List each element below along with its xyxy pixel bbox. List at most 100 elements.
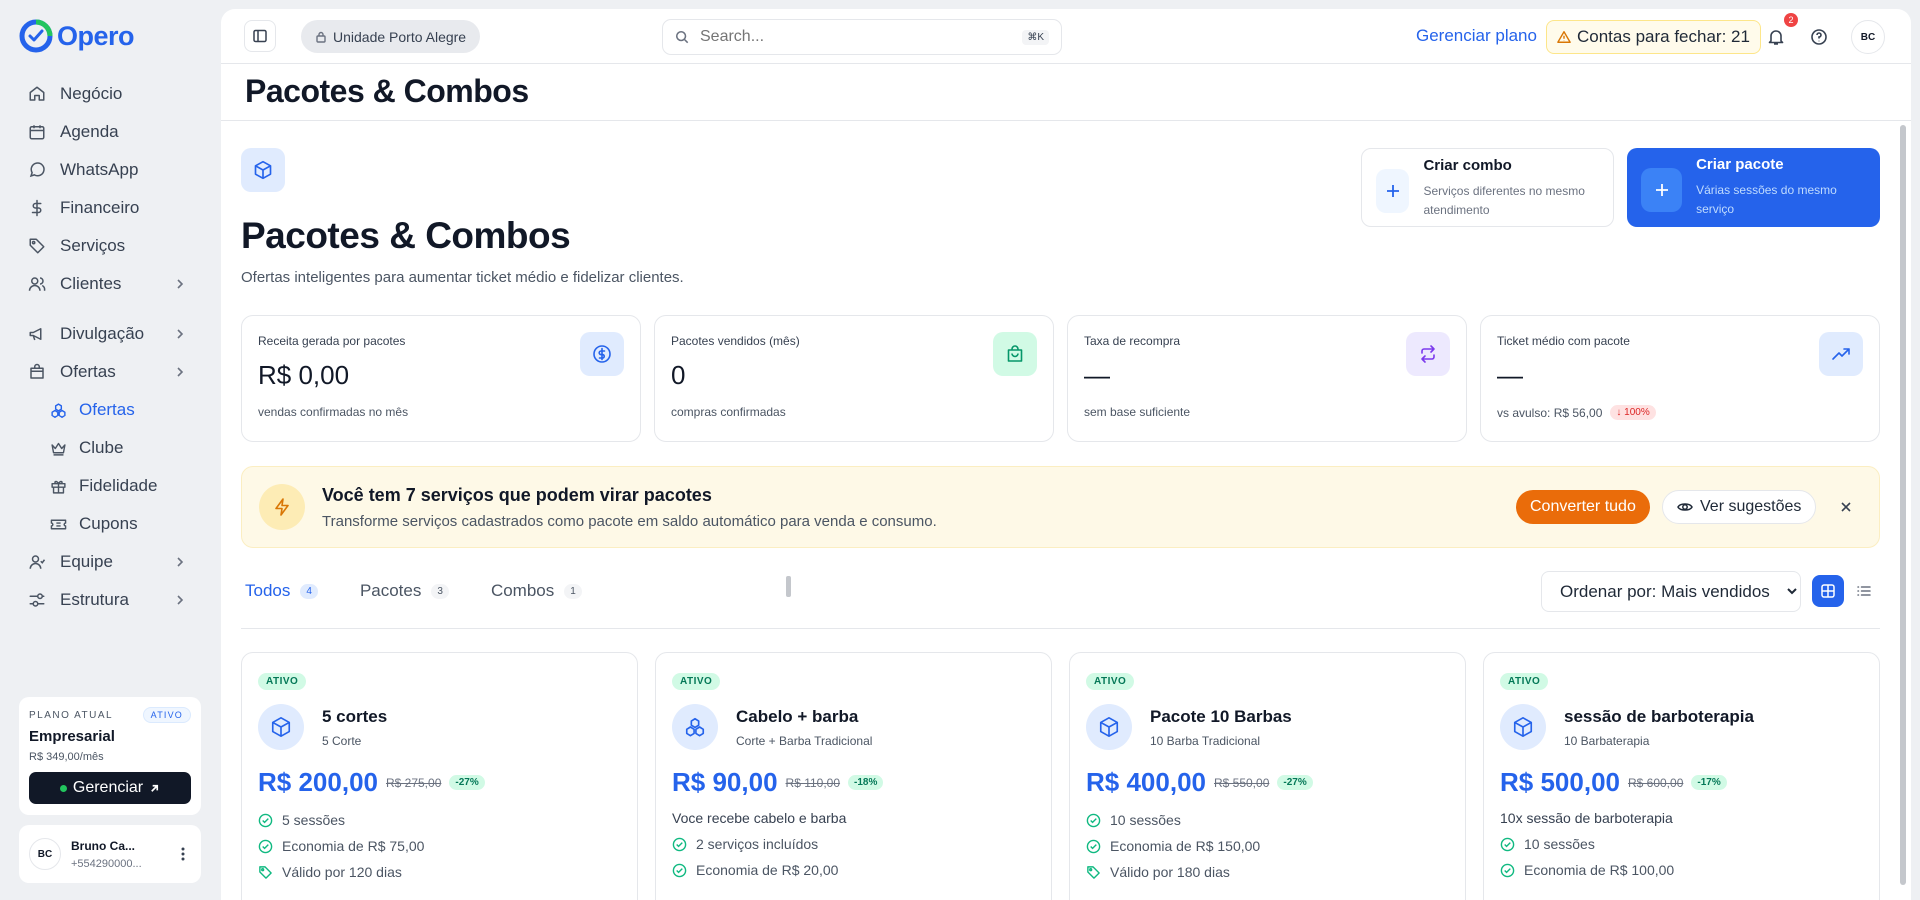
- notification-count-badge: 2: [1784, 13, 1798, 27]
- create-package-button[interactable]: Criar pacote Várias sessões do mesmo ser…: [1627, 148, 1880, 227]
- search-input[interactable]: [700, 28, 1020, 46]
- feature-item: Válido por 180 dias: [1086, 864, 1449, 880]
- sidebar-item-divulgacao[interactable]: Divulgação: [16, 315, 198, 353]
- sidebar-item-label: Estrutura: [60, 590, 129, 609]
- opero-logo-icon: [19, 19, 53, 53]
- sidebar-item-equipe[interactable]: Equipe: [16, 543, 198, 581]
- user-card[interactable]: BC Bruno Ca... +554290000...: [19, 825, 201, 883]
- sidebar-item-ofertas[interactable]: Ofertas: [16, 353, 198, 391]
- feature-text: Válido por 180 dias: [1110, 864, 1230, 880]
- sidebar-item-whatsapp[interactable]: WhatsApp: [16, 151, 198, 189]
- grid-icon: [1821, 584, 1835, 598]
- feature-item: 5 sessões: [258, 812, 621, 828]
- repeat-icon: [1406, 332, 1450, 376]
- dollar-circle-icon: [580, 332, 624, 376]
- chevron-right-icon: [177, 557, 184, 567]
- stat-note: sem base suficiente: [1084, 405, 1191, 419]
- stat-card-average-ticket: Ticket médio com pacote — vs avulso: R$ …: [1480, 315, 1880, 442]
- tab-label: Pacotes: [359, 581, 422, 600]
- brand-logo[interactable]: Opero: [19, 19, 135, 53]
- bell-icon[interactable]: [1767, 28, 1785, 46]
- create-combo-button[interactable]: Criar combo Serviços diferentes no mesmo…: [1361, 148, 1614, 227]
- offer-subtitle: Corte + Barba Tradicional: [736, 733, 873, 748]
- convert-all-button[interactable]: Converter tudo: [1516, 490, 1650, 524]
- tab-combos[interactable]: Combos 1: [487, 571, 586, 611]
- user-team-icon: [29, 555, 46, 569]
- sidebar-item-financeiro[interactable]: Financeiro: [16, 189, 198, 227]
- scrollbar[interactable]: [1900, 125, 1906, 885]
- banner-subtitle: Transforme serviços cadastrados como pac…: [322, 513, 937, 530]
- tag-icon: [1087, 865, 1100, 879]
- view-suggestions-button[interactable]: Ver sugestões: [1662, 490, 1817, 524]
- sidebar-subitem-ofertas[interactable]: Ofertas: [16, 391, 198, 429]
- unit-selector[interactable]: Unidade Porto Alegre: [301, 20, 481, 53]
- trending-up-icon: [1819, 332, 1863, 376]
- sidebar-item-agenda[interactable]: Agenda: [16, 113, 198, 151]
- offer-subtitle: 10 Barbaterapia: [1564, 733, 1650, 748]
- chat-bubble-icon: [29, 162, 45, 178]
- sidebar-item-label: Agenda: [60, 122, 119, 141]
- offer-card[interactable]: ATIVO sessão de barboterapia 10 Barbater…: [1483, 652, 1880, 900]
- chevron-right-icon: [177, 595, 184, 605]
- page-title: Pacotes & Combos: [241, 215, 571, 256]
- feature-text: 10 sessões: [1110, 812, 1181, 828]
- sidebar-subitem-clube[interactable]: Clube: [16, 429, 198, 467]
- manage-plan-link[interactable]: Gerenciar plano: [1416, 26, 1537, 46]
- stat-card-packages-sold: Pacotes vendidos (mês) 0 compras confirm…: [654, 315, 1054, 442]
- accounts-alert-text: Contas para fechar: 21: [1577, 27, 1750, 46]
- box-icon: [258, 704, 304, 750]
- sidebar-item-label: Ofertas: [60, 362, 116, 381]
- more-vertical-icon[interactable]: [175, 846, 191, 862]
- main-panel: Unidade Porto Alegre ⌘K Gerenciar plano …: [221, 9, 1911, 900]
- view-suggestions-label: Ver sugestões: [1700, 498, 1802, 515]
- user-avatar-button[interactable]: BC: [1851, 20, 1885, 54]
- tag-icon: [259, 865, 272, 879]
- sidebar-item-clientes[interactable]: Clientes: [16, 265, 198, 303]
- offer-subtitle: 10 Barba Tradicional: [1150, 733, 1261, 748]
- search-box[interactable]: ⌘K: [662, 19, 1062, 55]
- list-icon: [1857, 586, 1871, 596]
- accounts-to-close-alert[interactable]: Contas para fechar: 21: [1546, 20, 1761, 54]
- feature-item: Economia de R$ 75,00: [258, 838, 621, 854]
- unit-name: Unidade Porto Alegre: [333, 28, 467, 45]
- tab-todos[interactable]: Todos 4: [241, 571, 322, 611]
- lightning-icon: [259, 484, 305, 530]
- tab-count-badge: 3: [431, 583, 449, 599]
- grid-view-button[interactable]: [1812, 575, 1844, 607]
- check-circle-icon: [1500, 837, 1515, 851]
- plus-icon: [1655, 184, 1668, 196]
- sidebar-toggle-button[interactable]: [244, 20, 276, 52]
- user-phone: +554290000...: [71, 857, 142, 870]
- brand-name: Opero: [57, 20, 135, 51]
- manage-plan-button[interactable]: Gerenciar: [29, 772, 191, 804]
- offer-price: R$ 400,00: [1086, 767, 1206, 797]
- close-icon[interactable]: [1839, 500, 1853, 514]
- offer-card[interactable]: ATIVO 5 cortes 5 Corte R$ 200,00 R$ 275,…: [241, 652, 638, 900]
- sidebar-item-negocio[interactable]: Negócio: [16, 75, 198, 113]
- stat-label: Pacotes vendidos (mês): [671, 334, 800, 348]
- sidebar-panel-icon: [253, 29, 267, 43]
- discount-badge: -18%: [848, 775, 884, 790]
- offer-card[interactable]: ATIVO Pacote 10 Barbas 10 Barba Tradicio…: [1069, 652, 1466, 900]
- sort-select[interactable]: Ordenar por: Mais vendidos: [1541, 571, 1801, 612]
- offer-price: R$ 500,00: [1500, 767, 1620, 797]
- offer-card[interactable]: ATIVO Cabelo + barba Corte + Barba Tradi…: [655, 652, 1052, 900]
- sidebar-subitem-fidelidade[interactable]: Fidelidade: [16, 467, 198, 505]
- sidebar-item-estrutura[interactable]: Estrutura: [16, 581, 198, 619]
- sidebar-subitem-cupons[interactable]: Cupons: [16, 505, 198, 543]
- help-icon[interactable]: [1810, 28, 1828, 46]
- discount-badge: -17%: [1691, 775, 1727, 790]
- tab-pacotes[interactable]: Pacotes 3: [356, 571, 453, 611]
- sidebar-item-servicos[interactable]: Serviços: [16, 227, 198, 265]
- sidebar-subitem-label: Ofertas: [79, 400, 135, 419]
- offer-description: Voce recebe cabelo e barba: [672, 810, 847, 826]
- status-badge: ATIVO: [1086, 673, 1135, 690]
- banner-title: Você tem 7 serviços que podem virar paco…: [322, 485, 712, 505]
- feature-text: Válido por 120 dias: [282, 864, 402, 880]
- sliders-icon: [29, 593, 45, 607]
- sidebar-item-label: WhatsApp: [60, 160, 139, 179]
- text-cursor: [786, 576, 791, 597]
- page-subtitle: Ofertas inteligentes para aumentar ticke…: [241, 269, 684, 286]
- list-view-button[interactable]: [1848, 575, 1880, 607]
- conversion-suggestion-banner: Você tem 7 serviços que podem virar paco…: [241, 466, 1880, 548]
